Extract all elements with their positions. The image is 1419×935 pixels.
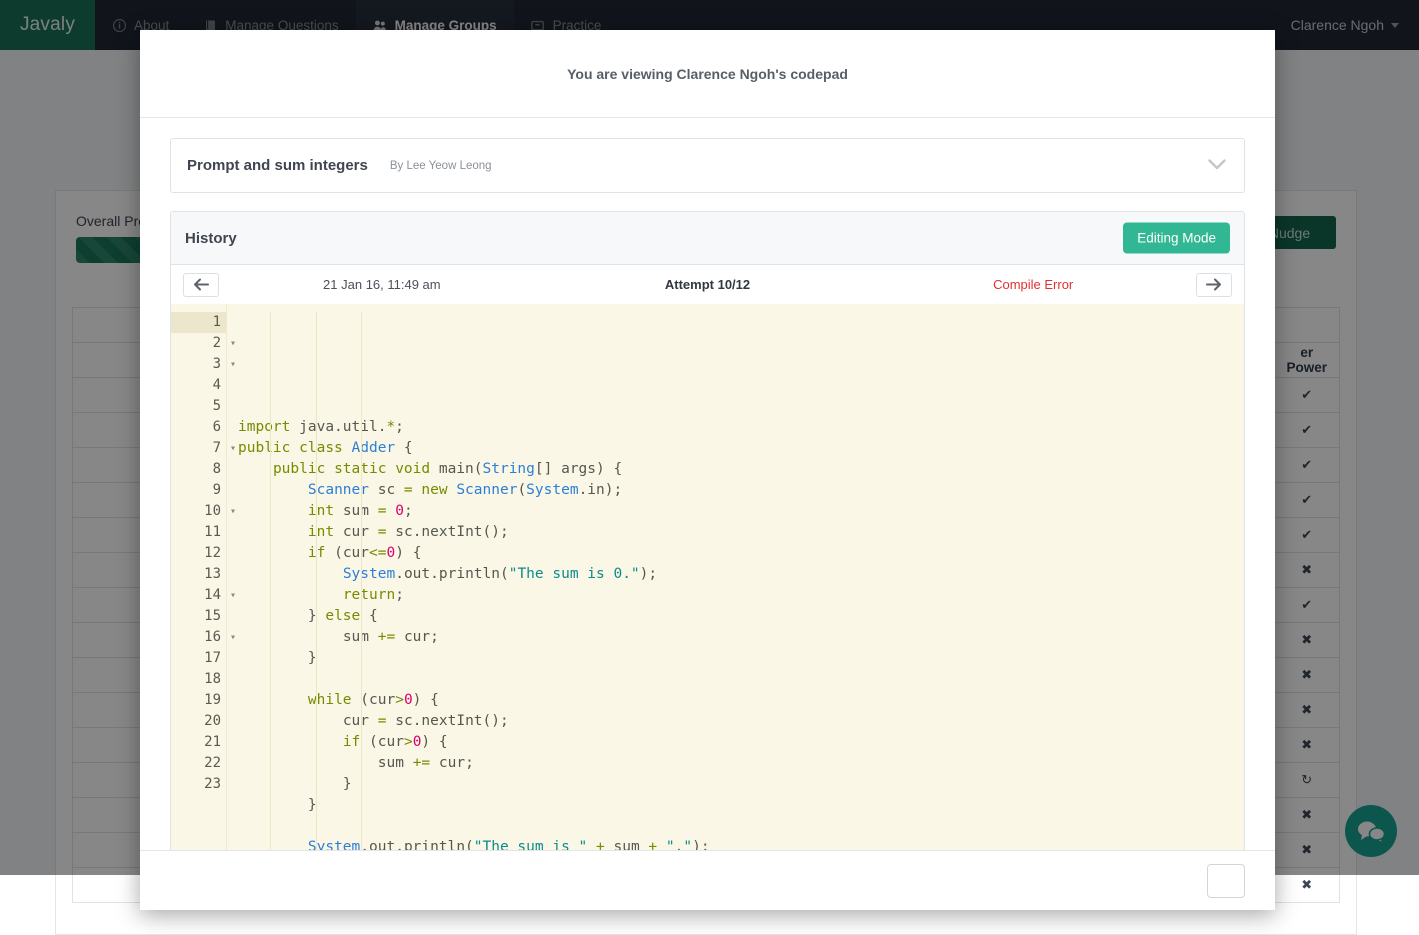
modal-title: You are viewing Clarence Ngoh's codepad — [567, 66, 848, 82]
code-line: public class Adder { — [238, 438, 1244, 459]
arrow-left-icon[interactable] — [183, 273, 219, 297]
question-panel: Prompt and sum integers By Lee Yeow Leon… — [170, 138, 1245, 193]
gutter-line-number[interactable]: 12 — [171, 543, 226, 564]
gutter-line-number[interactable]: 11 — [171, 522, 226, 543]
code-line: int cur = sc.nextInt(); — [238, 522, 1244, 543]
gutter-line-number[interactable]: 6 — [171, 417, 226, 438]
gutter-line-number[interactable]: 17 — [171, 648, 226, 669]
codepad-modal: You are viewing Clarence Ngoh's codepad … — [140, 30, 1275, 910]
code-line: while (cur>0) { — [238, 690, 1244, 711]
code-line: } — [238, 795, 1244, 816]
gutter-line-number[interactable]: 19 — [171, 690, 226, 711]
code-line: } — [238, 648, 1244, 669]
code-line: sum += cur; — [238, 627, 1244, 648]
gutter-line-number[interactable]: 7▾ — [171, 438, 226, 459]
code-line — [238, 669, 1244, 690]
gutter-line-number[interactable]: 3▾ — [171, 354, 226, 375]
gutter-line-number[interactable]: 8 — [171, 459, 226, 480]
code-line: int sum = 0; — [238, 501, 1244, 522]
history-panel: History Editing Mode 21 Jan 16, 11:49 am… — [170, 211, 1245, 850]
modal-footer-button[interactable] — [1207, 864, 1245, 898]
editor-code-area[interactable]: import java.util.*;public class Adder { … — [227, 304, 1244, 850]
page-root: Overall Pro Nudge er Power ✔✔✔✔✔✖✔NUR✖S✖… — [0, 0, 1419, 875]
history-navigation: 21 Jan 16, 11:49 am Attempt 10/12 Compil… — [171, 265, 1244, 304]
modal-body: Prompt and sum integers By Lee Yeow Leon… — [140, 118, 1275, 850]
gutter-line-number[interactable]: 20 — [171, 711, 226, 732]
question-author: By Lee Yeow Leong — [390, 160, 492, 172]
gutter-line-number[interactable]: 21 — [171, 732, 226, 753]
attempt-date: 21 Jan 16, 11:49 am — [219, 277, 545, 292]
history-header: History Editing Mode — [171, 212, 1244, 265]
gutter-line-number[interactable]: 5 — [171, 396, 226, 417]
gutter-line-number[interactable]: 13 — [171, 564, 226, 585]
gutter-line-number[interactable]: 22 — [171, 753, 226, 774]
gutter-line-number[interactable]: 4 — [171, 375, 226, 396]
attempt-counter: Attempt 10/12 — [545, 277, 871, 292]
question-title: Prompt and sum integers — [187, 157, 368, 174]
history-nav-info: 21 Jan 16, 11:49 am Attempt 10/12 Compil… — [219, 277, 1196, 292]
attempt-status: Compile Error — [870, 277, 1196, 292]
gutter-line-number[interactable]: 16▾ — [171, 627, 226, 648]
code-editor[interactable]: 12▾3▾4567▾8910▾11121314▾1516▾17181920212… — [171, 304, 1244, 850]
arrow-right-icon[interactable] — [1196, 273, 1232, 297]
gutter-line-number[interactable]: 15 — [171, 606, 226, 627]
code-line — [238, 816, 1244, 837]
code-line: } else { — [238, 606, 1244, 627]
code-line: System.out.println("The sum is " + sum +… — [238, 837, 1244, 850]
editor-gutter: 12▾3▾4567▾8910▾11121314▾1516▾17181920212… — [171, 304, 227, 850]
gutter-line-number[interactable]: 18 — [171, 669, 226, 690]
code-line: return; — [238, 585, 1244, 606]
code-line: if (cur<=0) { — [238, 543, 1244, 564]
gutter-line-number[interactable]: 10▾ — [171, 501, 226, 522]
gutter-line-number[interactable]: 23 — [171, 774, 226, 795]
modal-header: You are viewing Clarence Ngoh's codepad — [140, 30, 1275, 118]
modal-footer — [140, 850, 1275, 910]
gutter-line-number[interactable]: 9 — [171, 480, 226, 501]
question-header[interactable]: Prompt and sum integers By Lee Yeow Leon… — [171, 139, 1244, 192]
code-line: Scanner sc = new Scanner(System.in); — [238, 480, 1244, 501]
code-line: sum += cur; — [238, 753, 1244, 774]
code-line: import java.util.*; — [238, 417, 1244, 438]
code-line: System.out.println("The sum is 0."); — [238, 564, 1244, 585]
editing-mode-button[interactable]: Editing Mode — [1123, 223, 1230, 254]
chevron-down-icon[interactable] — [1208, 157, 1226, 175]
code-line: cur = sc.nextInt(); — [238, 711, 1244, 732]
gutter-line-number[interactable]: 1 — [171, 312, 226, 333]
code-line: if (cur>0) { — [238, 732, 1244, 753]
code-line: } — [238, 774, 1244, 795]
gutter-line-number[interactable]: 14▾ — [171, 585, 226, 606]
history-title: History — [185, 230, 237, 247]
gutter-line-number[interactable]: 2▾ — [171, 333, 226, 354]
code-line: public static void main(String[] args) { — [238, 459, 1244, 480]
